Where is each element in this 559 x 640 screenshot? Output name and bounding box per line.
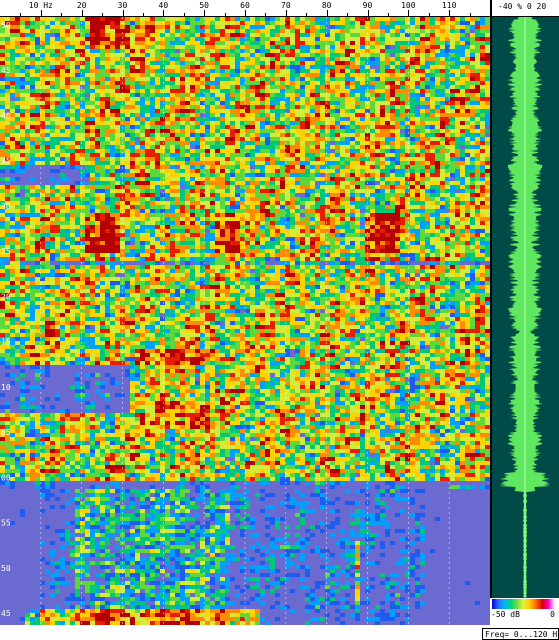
colorbar-max-label: 0 [550, 610, 555, 619]
frequency-tick-label: 20 [77, 1, 87, 10]
frequency-tick-label: 110 [442, 1, 456, 10]
frequency-minor-tick [306, 13, 307, 16]
frequency-tick-mark [163, 10, 164, 16]
spectrogram-canvas: 50 45 40 35 30 25 20 15 10 05 00 55 50 45 [0, 17, 490, 625]
time-axis-label: 25 [1, 247, 11, 256]
frequency-minor-tick [184, 13, 185, 16]
frequency-tick-label: 40 [159, 1, 169, 10]
frequency-minor-tick [429, 13, 430, 16]
frequency-tick-label: 50 [199, 1, 209, 10]
time-axis-label: 00 [1, 473, 11, 482]
waveform-axis-label: -40 % 0 20 [498, 2, 546, 11]
time-axis-label: 50 [1, 564, 11, 573]
frequency-tick-label: 70 [281, 1, 291, 10]
frequency-minor-tick [20, 13, 21, 16]
frequency-tick-label: 90 [363, 1, 373, 10]
frequency-minor-tick [143, 13, 144, 16]
frequency-tick-label: 30 [118, 1, 128, 10]
colorbar-min-label: -50 dB [491, 610, 520, 619]
frequency-tick-mark [245, 10, 246, 16]
frequency-tick-label: 60 [240, 1, 250, 10]
spectrogram[interactable]: 50 45 40 35 30 25 20 15 10 05 00 55 50 45 [0, 17, 490, 625]
time-axis-label: 35 [1, 157, 11, 166]
colorbar-legend: -50 dB 0 [490, 598, 559, 628]
time-axis-label: 20 [1, 292, 11, 301]
frequency-tick-mark [286, 10, 287, 16]
frequency-tick-mark [123, 10, 124, 16]
frequency-minor-tick [61, 13, 62, 16]
time-axis-label: 30 [1, 202, 11, 211]
frequency-tick-mark [204, 10, 205, 16]
frequency-tick-mark [327, 10, 328, 16]
frequency-minor-tick [102, 13, 103, 16]
frequency-minor-tick [225, 13, 226, 16]
time-axis-label: 10 [1, 383, 11, 392]
frequency-tick-mark [408, 10, 409, 16]
time-axis-label: 05 [1, 428, 11, 437]
waveform-panel[interactable] [492, 17, 559, 598]
frequency-tick-mark [449, 10, 450, 16]
frequency-tick-label: 100 [401, 1, 415, 10]
colorbar-scale [492, 599, 555, 609]
frequency-tick-mark [82, 10, 83, 16]
frequency-minor-tick [265, 13, 266, 16]
time-axis-label: 40 [1, 111, 11, 120]
frequency-minor-tick [388, 13, 389, 16]
frequency-tick-mark [41, 10, 42, 16]
time-axis-label: 45 [1, 609, 11, 618]
time-axis-label: 50 [1, 21, 11, 30]
frequency-minor-tick [470, 13, 471, 16]
frequency-minor-tick [347, 13, 348, 16]
waveform-canvas [492, 17, 559, 598]
frequency-tick-label: 10 Hz [29, 1, 53, 10]
time-axis-label: 45 [1, 66, 11, 75]
frequency-range-status: Freq= 0...120 Hz [482, 628, 559, 640]
time-axis-label: 15 [1, 338, 11, 347]
frequency-tick-mark [368, 10, 369, 16]
frequency-tick-label: 80 [322, 1, 332, 10]
waveform-axis: -40 % 0 20 [492, 0, 559, 17]
frequency-axis: 10 Hz 20 30 40 50 60 70 80 90 100 110 [0, 0, 490, 17]
time-axis-label: 55 [1, 519, 11, 528]
